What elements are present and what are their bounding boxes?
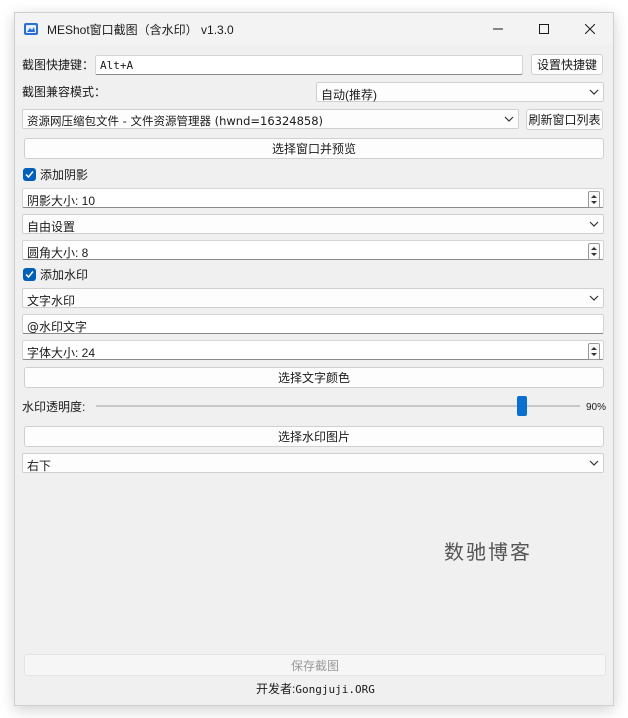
maximize-icon [539,24,549,34]
developer-credit: 开发者:Gongjuji.ORG [256,680,375,697]
select-watermark-image-button[interactable]: 选择水印图片 [24,426,604,447]
minimize-icon [493,28,503,30]
add-watermark-checkbox[interactable]: 添加水印 [23,266,88,283]
chevron-down-icon [504,116,514,122]
minimize-button[interactable] [475,13,521,45]
window-select[interactable]: 资源网压缩包文件 - 文件资源管理器 (hwnd=16324858) [22,109,519,129]
developer-label: 开发者: [256,682,296,696]
corner-radius-spinbox[interactable]: 圆角大小: 8 [22,240,604,260]
compat-mode-value: 自动(推荐) [321,88,377,102]
shadow-size-text: 阴影大小: 10 [27,194,96,208]
maximize-button[interactable] [521,13,567,45]
chevron-down-icon [589,221,599,227]
add-shadow-label: 添加阴影 [40,168,89,182]
hotkey-value: Alt+A [100,59,134,72]
window-select-value: 资源网压缩包文件 - 文件资源管理器 (hwnd=16324858) [27,114,324,128]
add-watermark-label: 添加水印 [40,268,89,282]
chevron-down-icon [589,89,599,95]
select-window-preview-button[interactable]: 选择窗口并预览 [24,138,604,159]
close-button[interactable] [567,13,613,45]
spin-arrows-icon[interactable] [588,243,600,260]
opacity-label: 水印透明度: [22,400,86,414]
opacity-slider-track[interactable] [96,405,580,407]
opacity-value: 90% [586,402,607,413]
window-title: MEShot窗口截图（含水印） v1.3.0 [47,23,234,37]
watermark-text-input[interactable]: @水印文字 [22,314,604,334]
save-screenshot-button[interactable]: 保存截图 [24,654,606,676]
watermark-position-select[interactable]: 右下 [22,453,604,473]
opacity-slider-thumb[interactable] [516,396,527,416]
watermark-text-value: @水印文字 [27,320,88,334]
shadow-mode-select[interactable]: 自由设置 [22,214,604,234]
shadow-size-spinbox[interactable]: 阴影大小: 10 [22,188,604,208]
chevron-down-icon [589,295,599,301]
shadow-mode-value: 自由设置 [27,220,76,234]
checkmark-icon [23,168,36,181]
watermark-type-value: 文字水印 [27,294,76,308]
set-hotkey-button[interactable]: 设置快捷键 [531,54,603,75]
watermark-type-select[interactable]: 文字水印 [22,288,604,308]
compat-mode-label: 截图兼容模式： [22,85,107,99]
add-shadow-checkbox[interactable]: 添加阴影 [23,166,88,183]
chevron-down-icon [589,460,599,466]
compat-mode-select[interactable]: 自动(推荐) [316,82,604,102]
watermark-preview-text: 数驰博客 [444,540,532,564]
refresh-window-list-button[interactable]: 刷新窗口列表 [526,109,603,130]
font-size-text: 字体大小: 24 [27,346,96,360]
close-icon [585,24,595,34]
spin-arrows-icon[interactable] [588,191,600,208]
hotkey-label: 截图快捷键： [22,58,95,72]
app-screenshot-icon [23,21,39,37]
select-text-color-button[interactable]: 选择文字颜色 [24,367,604,388]
spin-arrows-icon[interactable] [588,343,600,360]
corner-radius-text: 圆角大小: 8 [27,246,89,260]
font-size-spinbox[interactable]: 字体大小: 24 [22,340,604,360]
checkmark-icon [23,268,36,281]
developer-name: Gongjuji.ORG [295,683,375,696]
title-bar: MEShot窗口截图（含水印） v1.3.0 [15,13,613,45]
watermark-position-value: 右下 [27,459,52,473]
hotkey-input[interactable]: Alt+A [95,55,523,75]
